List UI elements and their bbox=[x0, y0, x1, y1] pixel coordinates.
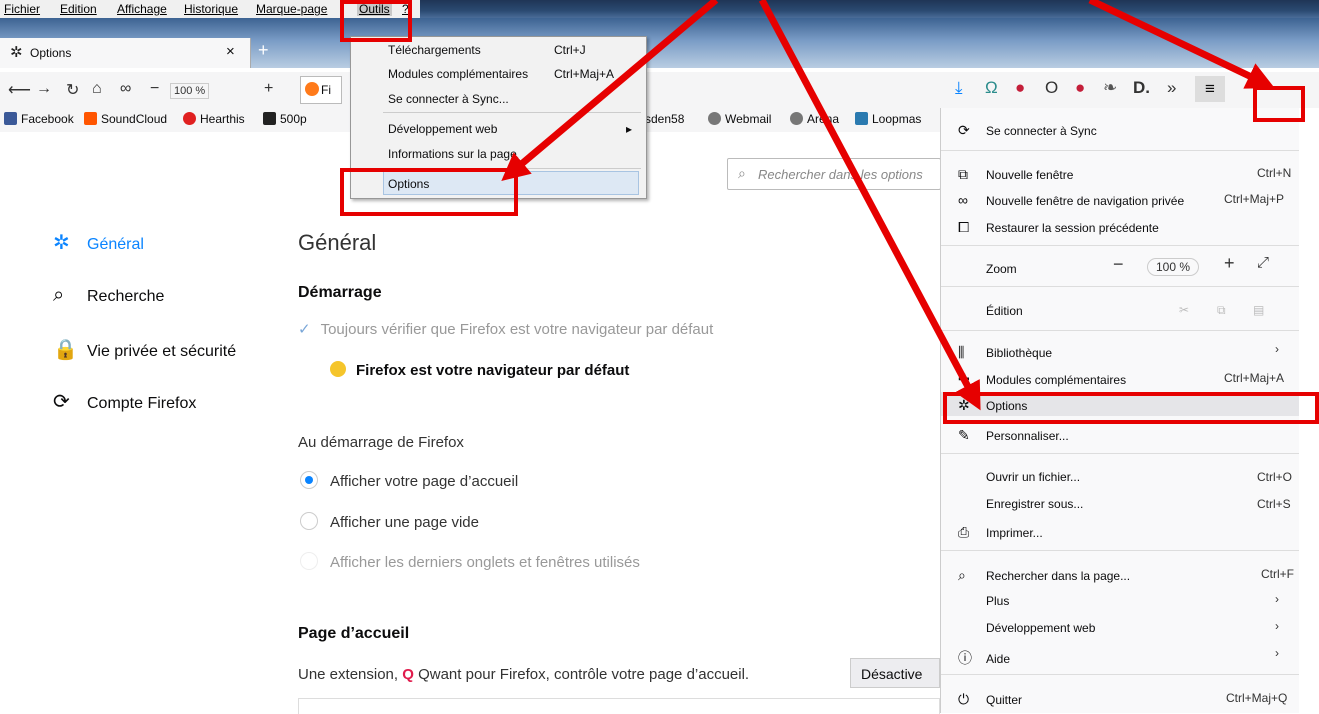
arrow-to-options-menu bbox=[501, 0, 719, 182]
arrow-to-panel-options bbox=[758, 0, 981, 411]
annotation-arrows bbox=[501, 0, 1275, 411]
arrow-to-hamburger bbox=[1088, 0, 1275, 89]
